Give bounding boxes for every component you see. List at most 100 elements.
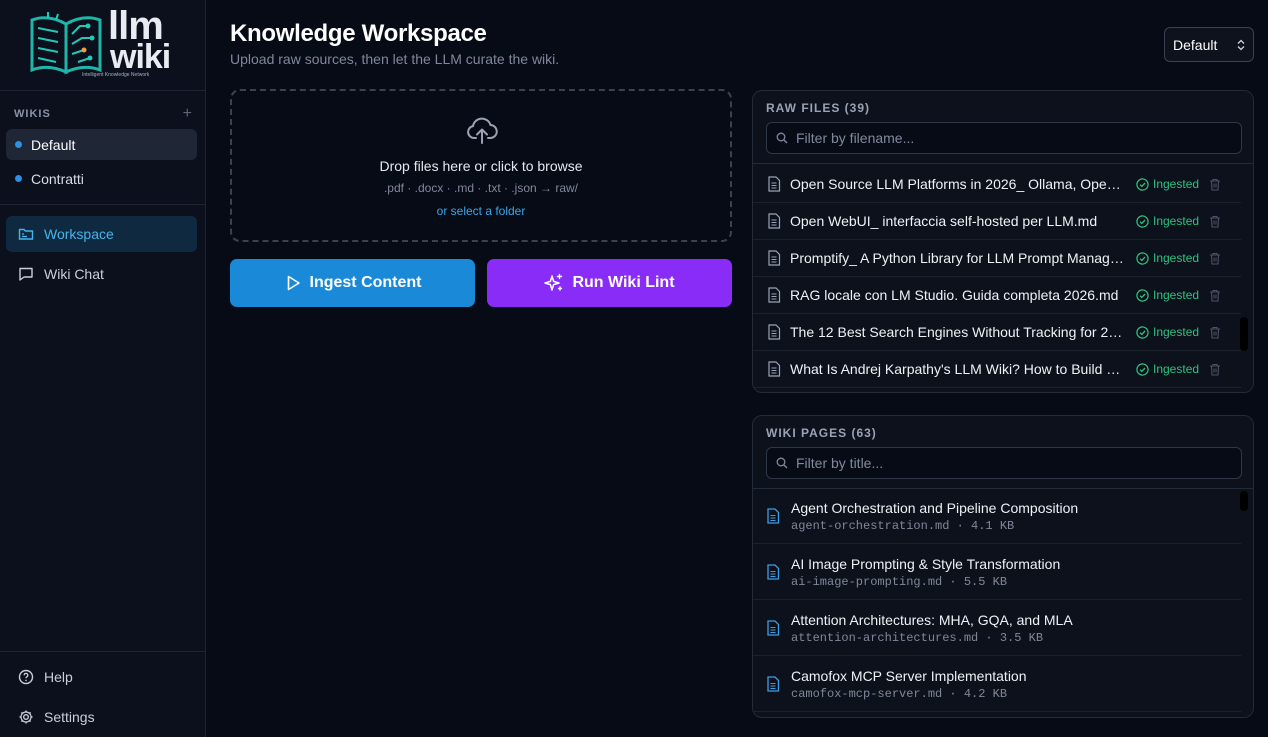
plus-icon[interactable]: +: [183, 106, 192, 122]
check-circle-icon: [1136, 288, 1149, 302]
dropzone-text: Drop files here or click to browse: [379, 158, 583, 174]
check-circle-icon: [1136, 177, 1149, 191]
wiki-page-row[interactable]: Agent Orchestration and Pipeline Composi…: [753, 488, 1241, 544]
wiki-dot-icon: [15, 141, 22, 148]
run-wiki-lint-button[interactable]: Run Wiki Lint: [487, 259, 732, 307]
ingested-status: Ingested: [1136, 177, 1199, 191]
wiki-page-title: Agent Orchestration and Pipeline Composi…: [791, 500, 1079, 516]
wiki-page-meta: attention-architectures.md · 3.5 KB: [791, 631, 1044, 645]
folder-icon: [18, 228, 34, 240]
app-window: llm wiki Intelligent Knowledge Network W…: [0, 0, 1268, 737]
wiki-page-row[interactable]: Camofox MCP Server Implementation camofo…: [753, 656, 1241, 712]
wiki-page-row[interactable]: AI Image Prompting & Style Transformatio…: [753, 544, 1241, 600]
wiki-pages-filter[interactable]: [766, 447, 1242, 479]
check-circle-icon: [1136, 214, 1149, 228]
page-title: Knowledge Workspace: [230, 20, 487, 47]
raw-files-filter[interactable]: [766, 122, 1242, 154]
file-icon: [768, 287, 781, 303]
check-circle-icon: [1136, 251, 1149, 265]
ingest-content-button[interactable]: Ingest Content: [230, 259, 475, 307]
wiki-item-contratti[interactable]: Contratti: [6, 163, 197, 194]
logo-tagline: Intelligent Knowledge Network: [82, 72, 150, 78]
nav-item-workspace[interactable]: Workspace: [6, 216, 197, 252]
trash-icon[interactable]: [1209, 289, 1221, 302]
wiki-page-meta: camofox-mcp-server.md · 4.2 KB: [791, 687, 1008, 701]
chat-icon: [19, 267, 33, 281]
select-folder-link[interactable]: or select a folder: [232, 204, 730, 218]
nav-item-label: Help: [44, 669, 73, 685]
wiki-dot-icon: [15, 175, 22, 182]
wiki-page-meta: agent-orchestration.md · 4.1 KB: [791, 519, 1015, 533]
panel-divider: [753, 163, 1253, 164]
raw-files-filter-input[interactable]: [796, 130, 1226, 146]
raw-file-row[interactable]: Open Source LLM Platforms in 2026_ Ollam…: [753, 166, 1241, 203]
nav-item-settings[interactable]: Settings: [6, 699, 197, 735]
nav-item-wiki-chat[interactable]: Wiki Chat: [6, 256, 197, 292]
dropzone-file-types: .pdf · .docx · .md · .txt · .json → raw/: [383, 181, 579, 195]
status-label: Ingested: [1153, 251, 1200, 265]
file-text-icon: [767, 564, 780, 580]
chevron-up-down-icon: [1237, 39, 1245, 50]
file-icon: [768, 324, 781, 340]
ingested-status: Ingested: [1136, 214, 1199, 228]
page-subtitle: Upload raw sources, then let the LLM cur…: [230, 51, 560, 67]
status-label: Ingested: [1153, 288, 1200, 302]
raw-files-title: RAW FILES (39): [766, 101, 871, 115]
nav-item-label: Wiki Chat: [44, 266, 104, 282]
file-text-icon: [767, 676, 780, 692]
raw-file-name: Open Source LLM Platforms in 2026_ Ollam…: [790, 176, 1128, 192]
wiki-item-label: Contratti: [31, 170, 84, 187]
help-icon: [18, 669, 34, 685]
ingested-status: Ingested: [1136, 362, 1199, 376]
file-icon: [768, 176, 781, 192]
raw-file-name: The 12 Best Search Engines Without Track…: [790, 324, 1128, 340]
nav-item-help[interactable]: Help: [6, 659, 197, 695]
sparkles-icon: [544, 273, 563, 291]
file-dropzone[interactable]: Drop files here or click to browse .pdf …: [230, 89, 732, 242]
check-circle-icon: [1136, 362, 1149, 376]
wiki-pages-scrollbar[interactable]: [1240, 491, 1248, 511]
wiki-item-default[interactable]: Default: [6, 129, 197, 160]
ingested-status: Ingested: [1136, 251, 1199, 265]
app-logo[interactable]: llm wiki Intelligent Knowledge Network: [28, 4, 178, 80]
status-label: Ingested: [1153, 214, 1200, 228]
raw-file-row[interactable]: Promptify_ A Python Library for LLM Prom…: [753, 240, 1241, 277]
wiki-page-meta: ai-image-prompting.md · 5.5 KB: [791, 575, 1008, 589]
play-icon: [287, 275, 300, 291]
raw-file-row[interactable]: The 12 Best Search Engines Without Track…: [753, 314, 1241, 351]
wiki-page-title: Attention Architectures: MHA, GQA, and M…: [791, 612, 1073, 628]
wiki-page-title: AI Image Prompting & Style Transformatio…: [791, 556, 1061, 572]
raw-file-row[interactable]: Open WebUI_ interfaccia self-hosted per …: [753, 203, 1241, 240]
gear-icon: [19, 710, 33, 724]
cloud-upload-icon: [467, 117, 498, 144]
status-label: Ingested: [1153, 177, 1200, 191]
search-icon: [776, 132, 788, 144]
wiki-pages-filter-input[interactable]: [796, 455, 1226, 471]
raw-file-name: What Is Andrej Karpathy's LLM Wiki? How …: [790, 361, 1128, 377]
raw-file-row[interactable]: What Is Andrej Karpathy's LLM Wiki? How …: [753, 351, 1241, 388]
sidebar-divider: [0, 204, 205, 205]
trash-icon[interactable]: [1209, 252, 1221, 265]
wiki-select-value: Default: [1173, 36, 1218, 53]
wiki-page-row[interactable]: Attention Architectures: MHA, GQA, and M…: [753, 600, 1241, 656]
file-icon: [768, 361, 781, 377]
raw-file-name: RAG locale con LM Studio. Guida completa…: [790, 287, 1119, 303]
trash-icon[interactable]: [1209, 326, 1221, 339]
file-text-icon: [767, 620, 780, 636]
wiki-select[interactable]: Default: [1164, 27, 1254, 62]
check-circle-icon: [1136, 325, 1149, 339]
ingested-status: Ingested: [1136, 325, 1199, 339]
trash-icon[interactable]: [1209, 363, 1221, 376]
trash-icon[interactable]: [1209, 215, 1221, 228]
nav-item-label: Workspace: [44, 226, 114, 242]
book-circuit-icon: [30, 12, 102, 75]
raw-file-name: Promptify_ A Python Library for LLM Prom…: [790, 250, 1128, 266]
ingest-content-label: Ingest Content: [309, 274, 422, 291]
trash-icon[interactable]: [1209, 178, 1221, 191]
raw-files-panel: RAW FILES (39) Open Source LLM Platforms…: [752, 90, 1254, 393]
file-icon: [768, 250, 781, 266]
raw-files-scrollbar[interactable]: [1240, 317, 1248, 351]
status-label: Ingested: [1153, 362, 1200, 376]
raw-file-row[interactable]: RAG locale con LM Studio. Guida completa…: [753, 277, 1241, 314]
wiki-pages-panel: WIKI PAGES (63) Agent Orchestration and …: [752, 415, 1254, 718]
